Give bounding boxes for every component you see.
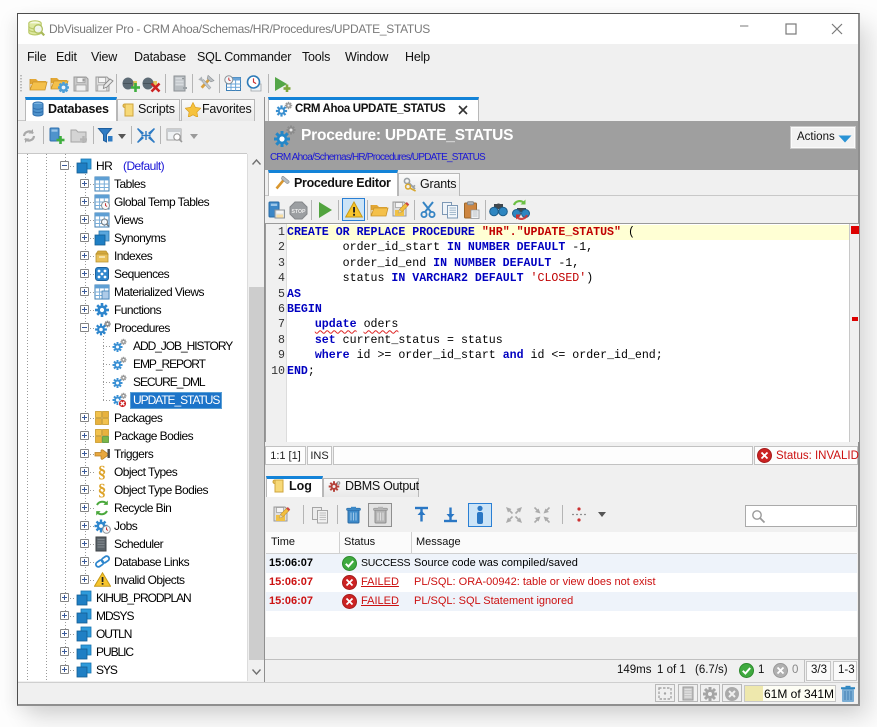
svg-text:§: § [98, 482, 107, 498]
svg-text:§: § [98, 464, 107, 480]
svg-text:STOP: STOP [291, 209, 306, 215]
